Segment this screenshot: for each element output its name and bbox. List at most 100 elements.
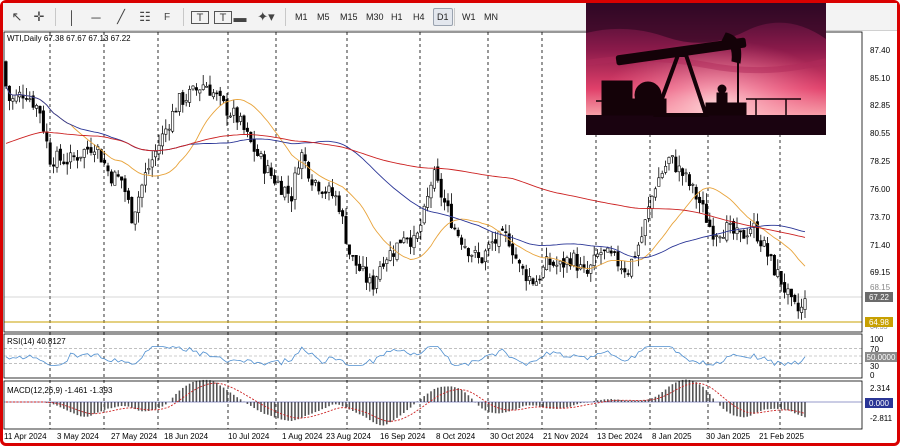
candlestick <box>116 170 120 178</box>
candlestick <box>225 93 229 126</box>
candle-body <box>483 250 487 263</box>
candle-body <box>779 271 783 285</box>
candle-body <box>412 235 416 249</box>
candlestick <box>660 170 664 180</box>
candle-body <box>708 219 712 227</box>
oil-pump-photo <box>586 3 826 135</box>
candle-body <box>446 200 450 207</box>
candlestick <box>137 191 141 223</box>
candle-body <box>477 252 481 258</box>
x-tick: 10 Jul 2024 <box>228 432 270 441</box>
candle-body <box>368 277 372 284</box>
candlestick <box>623 261 627 278</box>
candlestick <box>310 174 314 191</box>
rsi-indicator <box>4 346 862 367</box>
candlestick <box>596 249 600 259</box>
candle-body <box>439 178 443 198</box>
rsi-tick: 30 <box>870 362 879 371</box>
candle-body <box>704 203 708 223</box>
candle-body <box>463 245 467 248</box>
rsi-label: RSI(14) 40.8127 <box>7 337 66 346</box>
candle-body <box>28 98 32 101</box>
candlestick <box>749 220 753 237</box>
x-tick: 8 Oct 2024 <box>436 432 476 441</box>
candle-body <box>558 260 562 265</box>
candle-body <box>133 211 137 225</box>
candle-body <box>494 239 498 244</box>
candle-body <box>154 150 158 158</box>
candle-body <box>35 105 39 109</box>
candle-body <box>273 175 277 184</box>
candle-body <box>249 131 253 143</box>
candle-body <box>256 148 260 156</box>
candle-body <box>636 244 640 256</box>
candlestick <box>351 255 355 262</box>
candlestick <box>436 158 440 183</box>
candlestick <box>426 187 430 212</box>
candlestick <box>772 254 776 276</box>
candlestick <box>681 167 685 186</box>
candlestick <box>779 271 783 292</box>
candlestick <box>694 184 698 209</box>
y-tick-partial: 68.15 <box>870 283 891 292</box>
candlestick <box>262 150 266 185</box>
candle-body <box>385 259 389 264</box>
candle-body <box>470 254 474 257</box>
candlestick <box>711 217 715 247</box>
candle-body <box>341 210 345 217</box>
candlestick <box>572 249 576 268</box>
candlestick <box>517 258 521 273</box>
x-tick: 21 Feb 2025 <box>759 432 804 441</box>
y-tick: 87.40 <box>870 46 891 55</box>
candle-body <box>405 237 409 240</box>
candle-body <box>123 178 127 193</box>
candle-body <box>11 98 15 102</box>
candle-body <box>116 174 120 177</box>
candlestick <box>422 203 426 225</box>
candle-body <box>694 186 698 200</box>
candlestick <box>164 119 168 143</box>
y-tick: 78.25 <box>870 157 891 166</box>
candle-body <box>222 95 226 102</box>
candlestick <box>41 105 45 134</box>
candle-body <box>320 191 324 194</box>
candlestick <box>698 190 702 213</box>
candle-body <box>596 253 600 257</box>
candlestick <box>375 275 379 294</box>
candle-body <box>528 276 532 281</box>
candlestick <box>191 85 195 91</box>
y-tick: 80.55 <box>870 129 891 138</box>
candlestick <box>150 151 154 178</box>
candle-body <box>599 252 603 255</box>
candle-body <box>211 92 215 98</box>
candlestick <box>477 242 481 264</box>
candle-body <box>174 110 178 113</box>
candle-body <box>239 115 243 122</box>
candle-body <box>619 268 623 271</box>
candlestick <box>48 137 52 166</box>
candlestick <box>228 112 232 118</box>
candlestick <box>184 93 188 107</box>
candle-body <box>62 161 66 165</box>
candle-body <box>419 224 423 232</box>
candle-body <box>307 161 311 179</box>
candle-body <box>347 244 351 255</box>
candlestick <box>126 187 130 204</box>
candle-body <box>290 196 294 202</box>
candle-body <box>337 195 341 212</box>
candlestick <box>242 114 246 134</box>
candlestick <box>38 105 42 124</box>
x-tick: 27 May 2024 <box>111 432 158 441</box>
candle-body <box>800 306 804 313</box>
candlestick <box>279 176 283 195</box>
candle-body <box>789 288 793 298</box>
candlestick <box>589 263 593 282</box>
candlestick <box>514 247 518 260</box>
candle-body <box>453 227 457 230</box>
candlestick <box>738 230 742 243</box>
candle-body <box>344 216 348 244</box>
candle-body <box>324 191 328 194</box>
candlestick <box>337 191 341 215</box>
candle-body <box>398 239 402 244</box>
candlestick <box>7 85 11 111</box>
